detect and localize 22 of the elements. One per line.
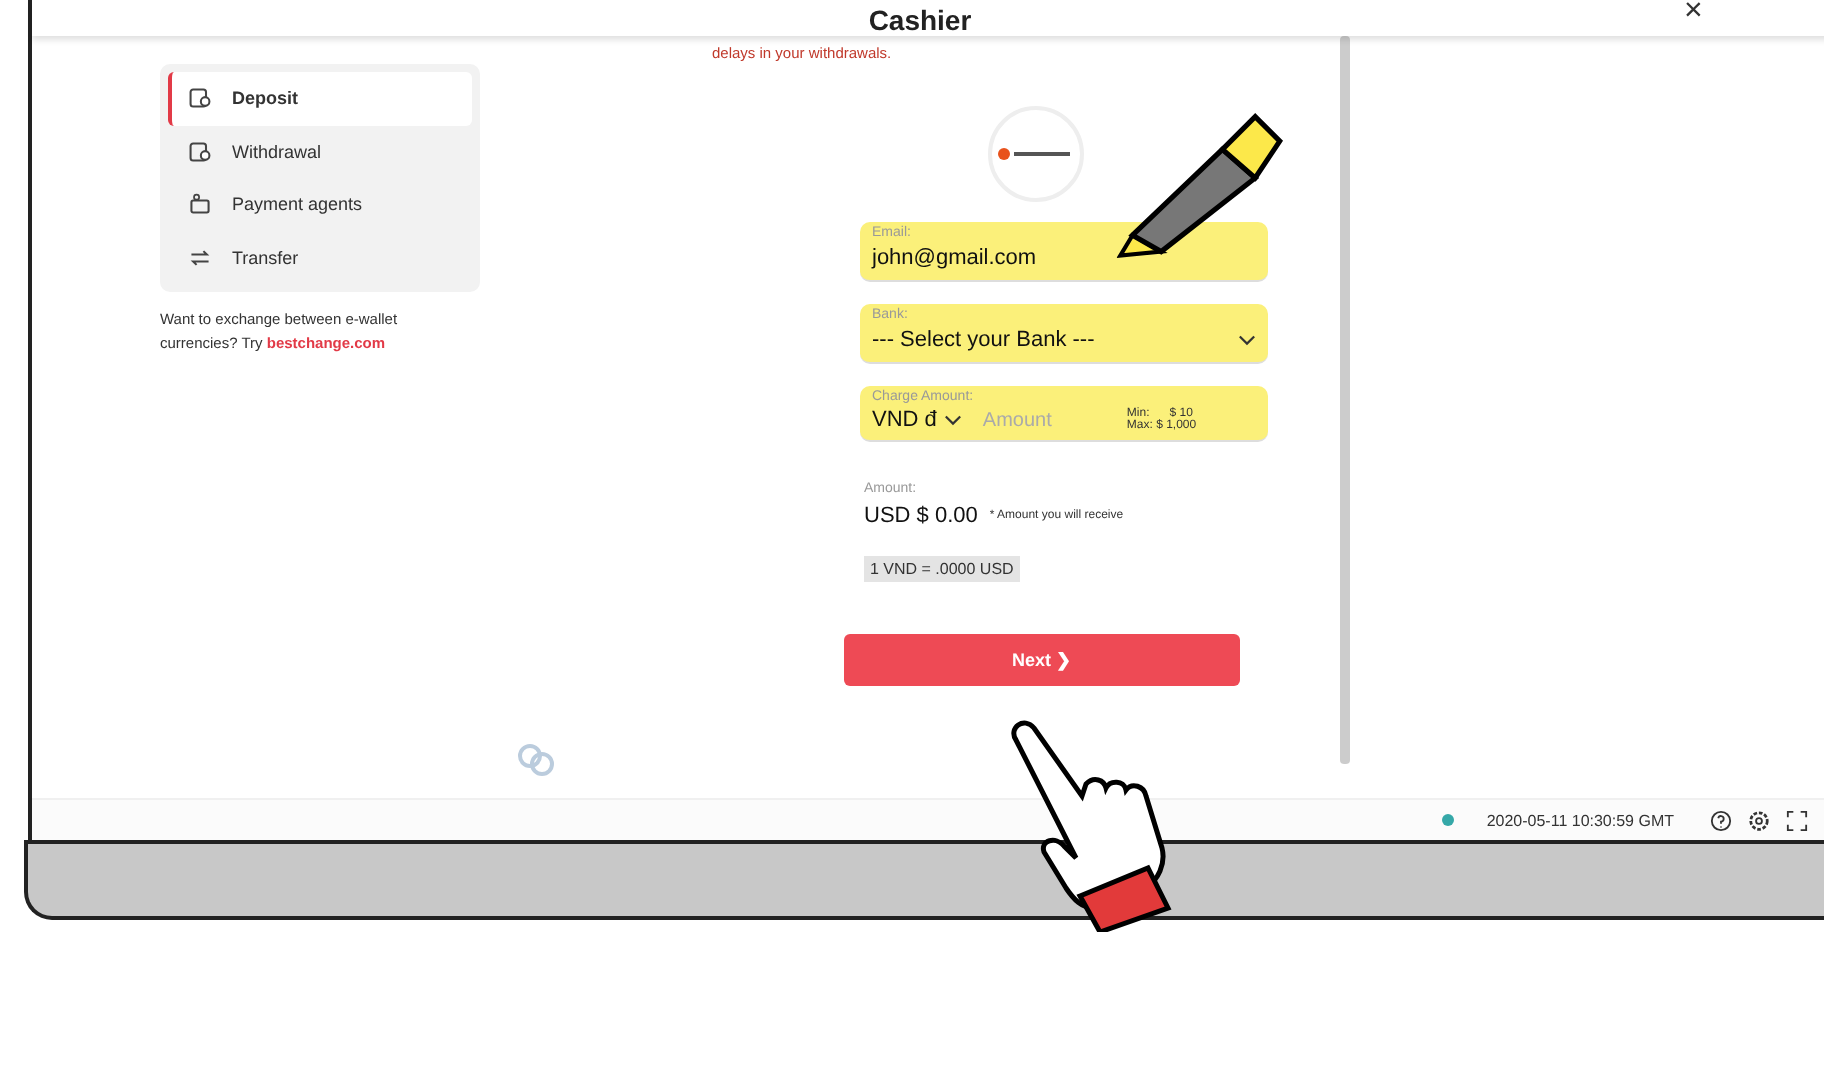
- sidebar-item[interactable]: Transfer: [168, 231, 472, 284]
- online-dot: [1442, 814, 1455, 826]
- scrollbar[interactable]: [1340, 36, 1350, 764]
- logo-badge: [988, 106, 1084, 202]
- exchange-rate: 1 VND = .0000 USD: [864, 556, 1020, 582]
- currency-dropdown[interactable]: VND đ: [872, 404, 937, 436]
- clock-text: 2020-05-11 10:30:59 GMT: [1486, 811, 1674, 829]
- close-button[interactable]: ×: [1676, 0, 1711, 30]
- help-icon[interactable]: [1710, 809, 1732, 831]
- chain-link-icon: [516, 740, 556, 780]
- fullscreen-icon[interactable]: [1786, 809, 1808, 831]
- chevron-down-icon: [1238, 334, 1256, 346]
- sidebar-item[interactable]: Deposit: [168, 72, 472, 125]
- next-button[interactable]: Next ❯: [844, 634, 1240, 686]
- window-title: Cashier: [868, 1, 972, 35]
- amount-input[interactable]: Amount: [978, 407, 1107, 433]
- sidebar-item[interactable]: Payment agents: [168, 178, 472, 231]
- arrows-icon: [188, 245, 212, 270]
- sidebar-item[interactable]: Withdrawal: [168, 125, 472, 178]
- chevron-down-icon: [944, 414, 963, 426]
- settings-icon[interactable]: [1748, 809, 1770, 831]
- receive-amount: USD $ 0.00: [864, 504, 978, 528]
